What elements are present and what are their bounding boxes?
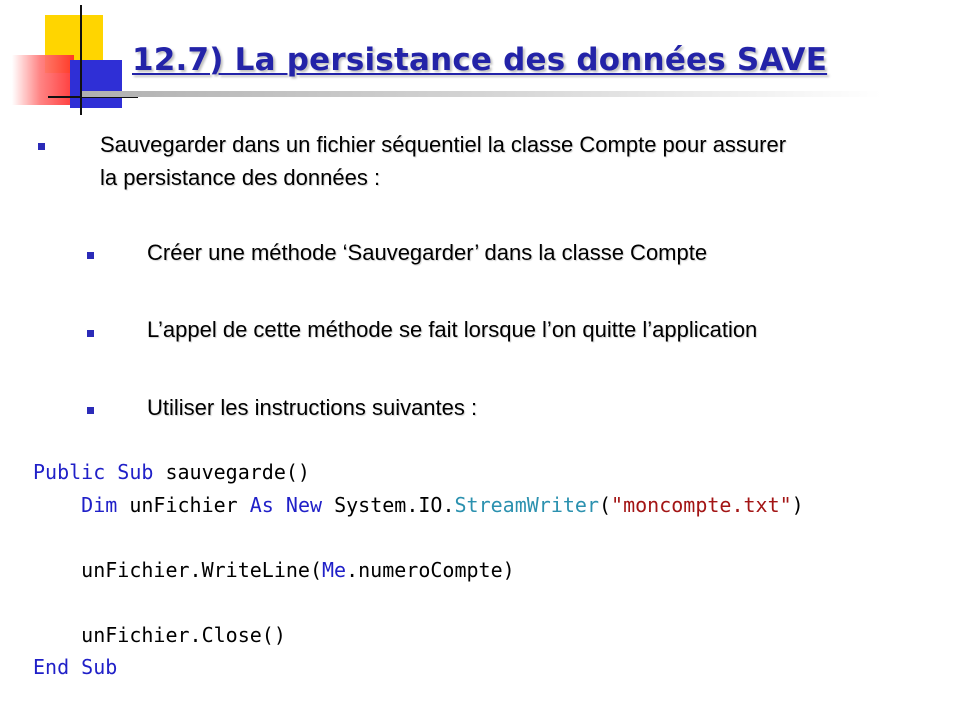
sub-bullet-text-3: Utiliser les instructions suivantes : [147,395,478,420]
slide-logo [0,0,140,120]
bullet-text-1-line-2: la persistance des données : [100,165,381,190]
code-block: Public Sub sauvegarde() Dim unFichier As… [33,456,804,684]
code-line-3: unFichier.WriteLine(Me.numeroCompte) [81,557,515,582]
bullet-icon [38,143,45,150]
code-line-4: unFichier.Close() [81,622,286,647]
slide: 12.7) La persistance des données SAVE Sa… [0,0,960,720]
logo-blue-square [70,60,122,108]
sub-bullet-text-2: L’appel de cette méthode se fait lorsque… [147,317,758,342]
title-underline-rule [82,91,882,97]
sub-bullet-icon [87,330,94,337]
code-line-2: Dim unFichier As New System.IO.StreamWri… [81,492,804,517]
logo-vertical-line [80,5,82,115]
code-line-5: End Sub [33,655,118,679]
bullet-text-1-line-1: Sauvegarder dans un fichier séquentiel l… [100,132,787,157]
code-line-1: Public Sub sauvegarde() [33,460,310,484]
sub-bullet-text-1: Créer une méthode ‘Sauvegarder’ dans la … [147,240,708,265]
sub-bullet-icon [87,252,94,259]
slide-title: 12.7) La persistance des données SAVE [132,42,828,78]
sub-bullet-icon [87,407,94,414]
